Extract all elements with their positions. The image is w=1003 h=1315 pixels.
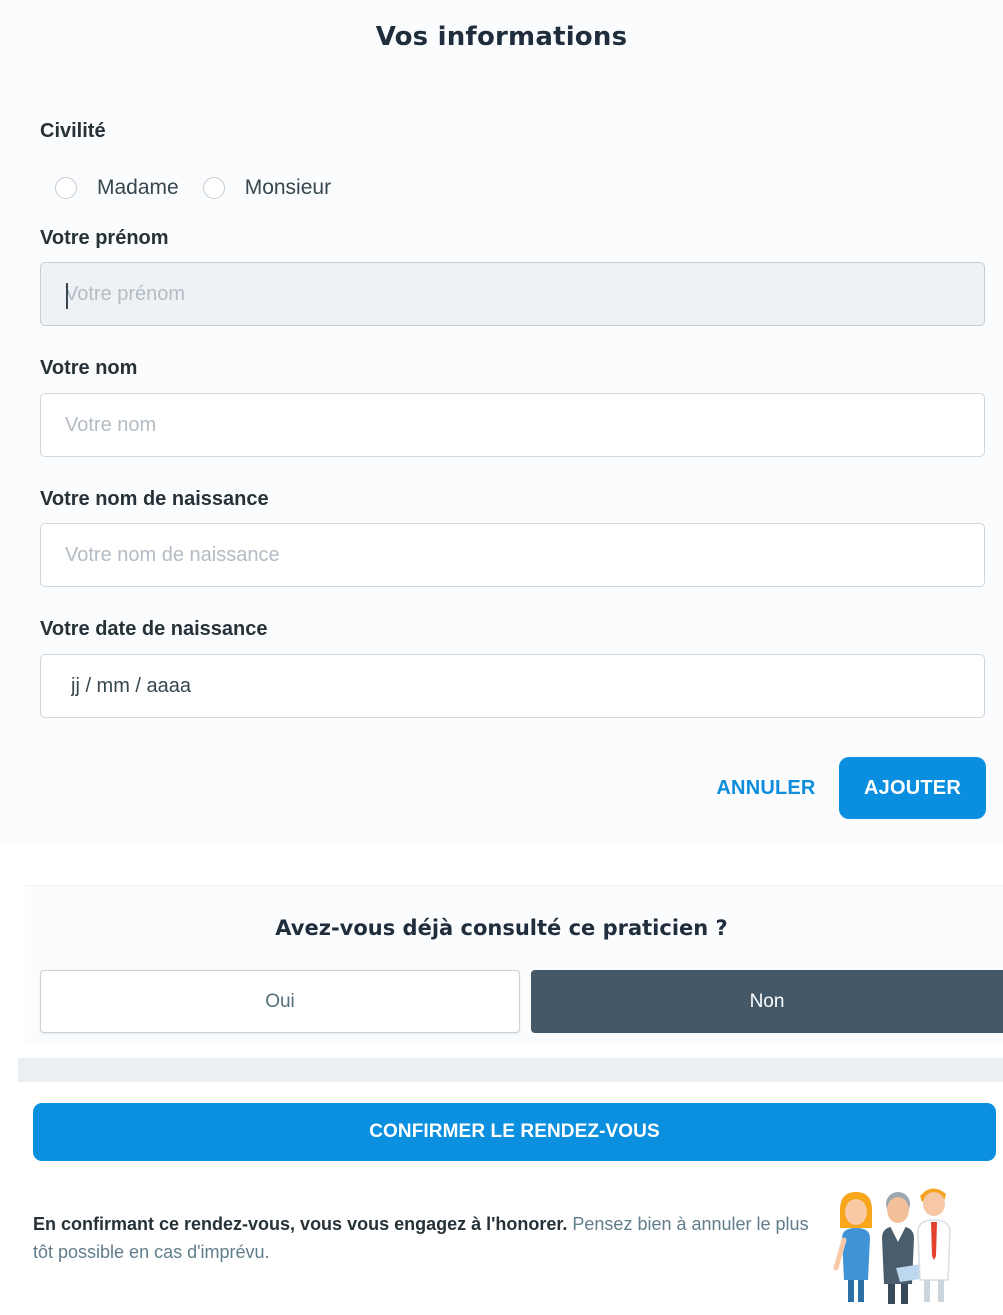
commitment-notice: En confirmant ce rendez-vous, vous vous … [33, 1210, 823, 1266]
civility-label: Civilité [40, 120, 106, 142]
radio-monsieur[interactable]: Monsieur [202, 176, 332, 200]
radio-madame-label: Madame [97, 176, 179, 199]
confirm-appointment-button[interactable]: CONFIRMER LE RENDEZ-VOUS [33, 1103, 996, 1161]
medical-staff-illustration-icon [833, 1188, 951, 1304]
figure-left [833, 1192, 872, 1302]
radio-monsieur-label: Monsieur [244, 176, 332, 199]
page-title: Vos informations [375, 22, 628, 52]
first-name-label: Votre prénom [40, 227, 169, 249]
figure-right [917, 1188, 951, 1302]
civility-radio-group: Madame Monsieur [55, 174, 355, 202]
radio-madame-circle[interactable] [55, 177, 77, 199]
cancel-button[interactable]: ANNULER [706, 766, 826, 810]
first-name-input[interactable] [40, 262, 985, 326]
last-name-input[interactable] [40, 393, 985, 457]
consultation-question: Avez-vous déjà consulté ce praticien ? [275, 916, 728, 940]
radio-monsieur-circle[interactable] [202, 177, 225, 199]
notice-bold-text: En confirmant ce rendez-vous, vous vous … [33, 1214, 568, 1234]
add-button[interactable]: AJOUTER [839, 757, 986, 819]
text-cursor [66, 283, 68, 309]
answer-no-button[interactable]: Non [531, 970, 1003, 1033]
answer-yes-button[interactable]: Oui [40, 970, 520, 1033]
last-name-label: Votre nom [40, 357, 138, 379]
section-divider [18, 1058, 1003, 1082]
radio-madame[interactable]: Madame [55, 176, 179, 200]
birth-date-input[interactable] [40, 654, 985, 718]
birth-name-input[interactable] [40, 523, 985, 587]
birth-name-label: Votre nom de naissance [40, 488, 269, 510]
birth-date-label: Votre date de naissance [40, 618, 268, 640]
